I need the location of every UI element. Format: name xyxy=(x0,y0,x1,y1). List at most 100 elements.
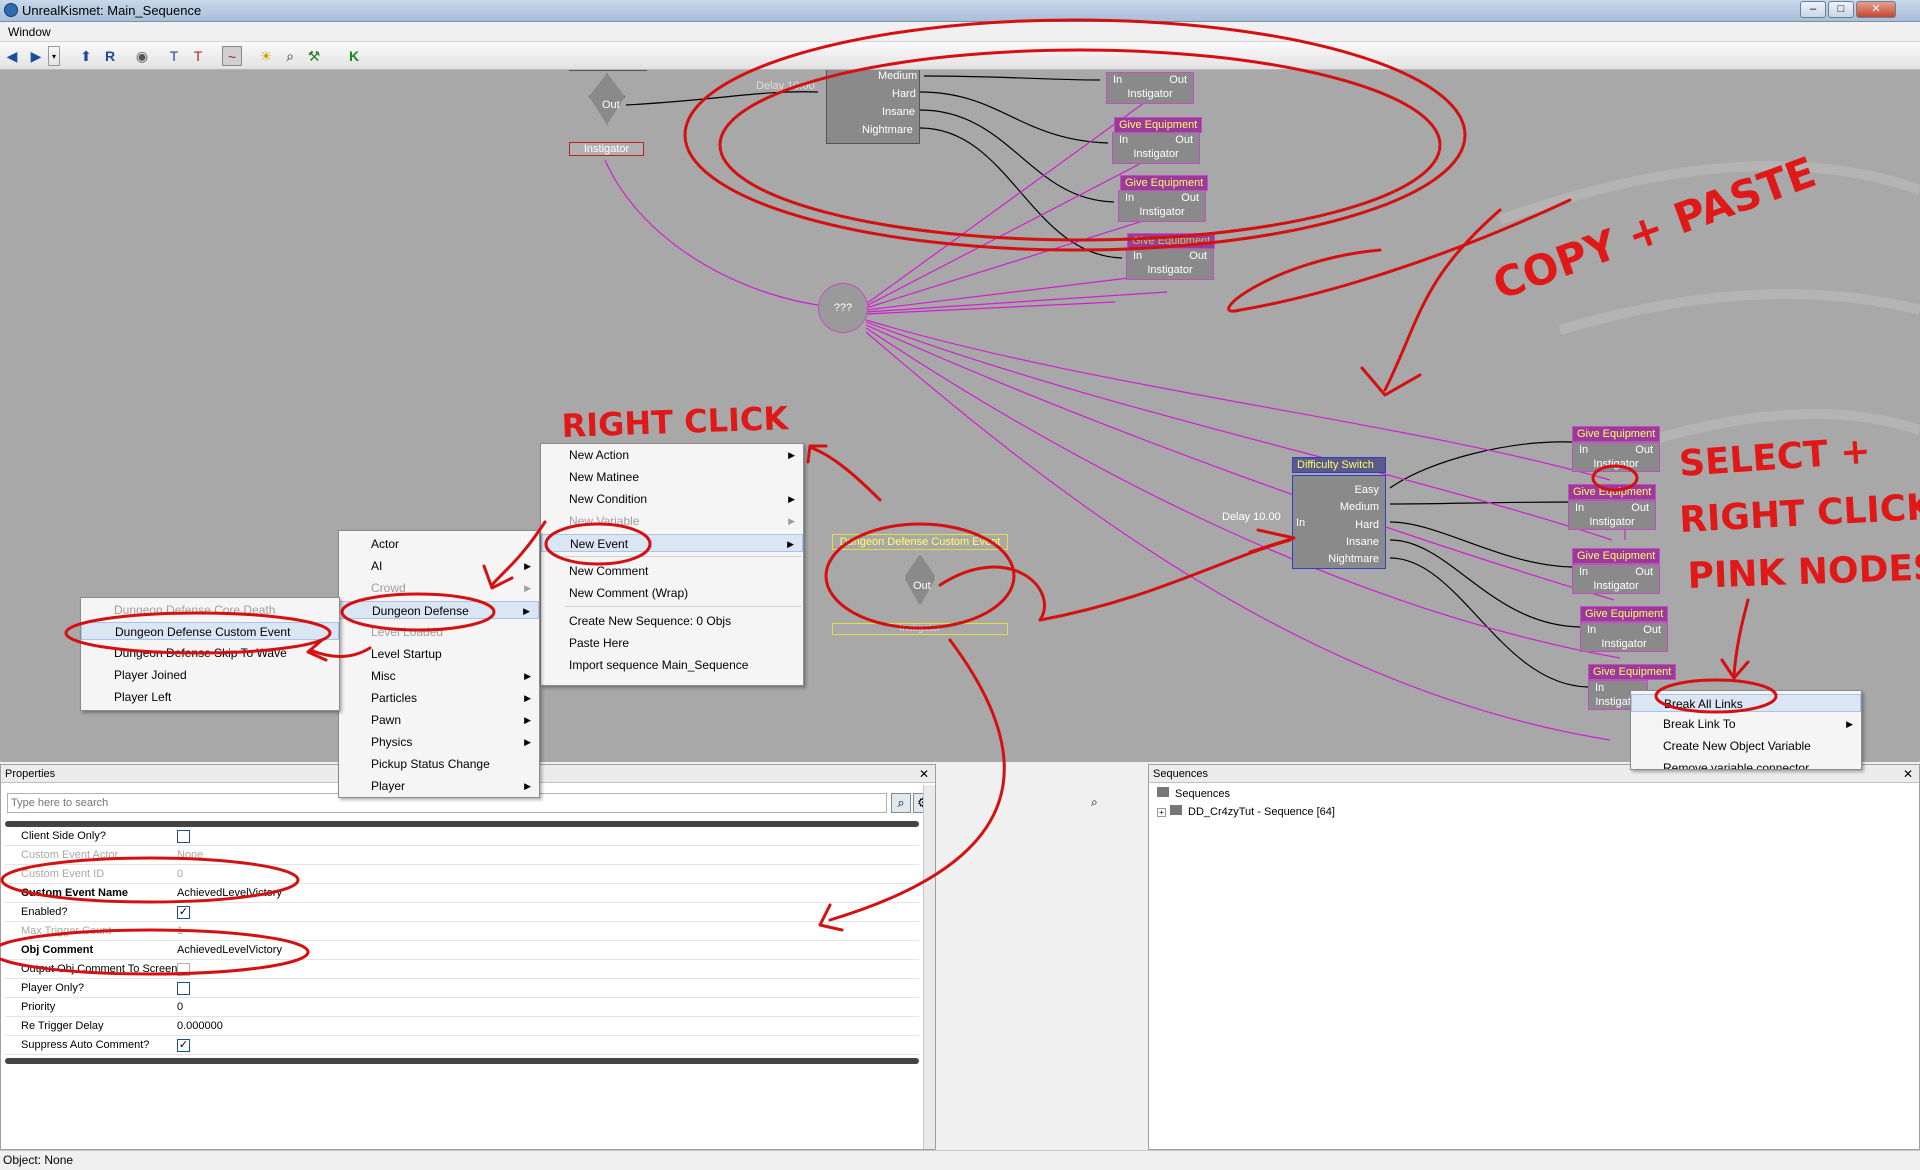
top-give-node-2[interactable]: In Out Instigator xyxy=(1112,132,1200,164)
top-give-title-2[interactable]: Give Equipment xyxy=(1114,117,1203,133)
dd-core-death[interactable]: Dungeon Defense Core Death xyxy=(81,601,339,619)
object-variable-node[interactable]: ??? xyxy=(818,283,868,333)
right-give-node-4[interactable]: In Out Instigator xyxy=(1580,622,1668,652)
search-icon[interactable]: ⌕ xyxy=(280,46,300,66)
event-pickup-status[interactable]: Pickup Status Change xyxy=(339,755,539,773)
menu-window[interactable]: Window xyxy=(8,25,51,39)
sequence-child-item[interactable]: + DD_Cr4zyTut - Sequence [64] xyxy=(1157,805,1335,818)
properties-scrollbar[interactable] xyxy=(923,785,935,1149)
event-pawn[interactable]: Pawn ▶ xyxy=(339,711,539,729)
history-dropdown-icon[interactable]: ▾ xyxy=(48,46,60,66)
difficulty-switch-body[interactable]: Easy Medium Hard Insane Nightmare xyxy=(1292,475,1386,569)
back-arrow-icon[interactable]: ◀ xyxy=(2,46,22,66)
right-give-title-2[interactable]: Give Equipment xyxy=(1568,484,1657,500)
property-row[interactable]: Player Only? xyxy=(5,979,919,998)
menu-item-new-action[interactable]: New Action ▶ xyxy=(541,446,803,464)
property-row[interactable]: Enabled? ✓ xyxy=(5,903,919,922)
property-row[interactable]: Client Side Only? xyxy=(5,827,919,846)
menu-item-new-condition[interactable]: New Condition ▶ xyxy=(541,490,803,508)
switch-out-medium: Medium xyxy=(1339,501,1379,513)
expand-icon[interactable]: + xyxy=(1157,808,1166,817)
wrench-icon[interactable]: ⚒ xyxy=(304,46,324,66)
event-player[interactable]: Player ▶ xyxy=(339,777,539,795)
search-icon[interactable]: ⌕ xyxy=(1091,795,1098,810)
menu-item-new-variable[interactable]: New Variable ▶ xyxy=(541,512,803,530)
right-give-title-5[interactable]: Give Equipment xyxy=(1588,664,1677,680)
top-give-node-3[interactable]: In Out Instigator xyxy=(1118,190,1206,222)
right-give-title-4[interactable]: Give Equipment xyxy=(1580,606,1669,622)
refresh-icon[interactable]: R xyxy=(100,46,120,66)
top-give-node-1[interactable]: In Out Instigator xyxy=(1106,72,1194,104)
property-row[interactable]: Custom Event ActorNone◈◎▣ xyxy=(5,846,919,865)
right-give-node-3[interactable]: In Out Instigator xyxy=(1572,564,1660,594)
event-physics[interactable]: Physics ▶ xyxy=(339,733,539,751)
property-row[interactable]: Custom Event Name AchievedLevelVictory xyxy=(5,884,919,903)
show-connectors-icon[interactable]: T xyxy=(188,46,208,66)
checkbox[interactable] xyxy=(177,982,190,995)
event-level-startup[interactable]: Level Startup xyxy=(339,645,539,663)
dd-player-left[interactable]: Player Left xyxy=(81,688,339,706)
property-row[interactable]: Priority 0 xyxy=(5,998,919,1017)
right-give-title-1[interactable]: Give Equipment xyxy=(1572,426,1661,442)
chevron-right-icon: ▶ xyxy=(523,606,530,616)
menu-remove-variable-connector[interactable]: Remove variable connector xyxy=(1631,759,1861,769)
dd-custom-event[interactable]: Dungeon Defense Custom Event xyxy=(81,622,339,640)
custom-event-title[interactable]: Dungeon Defense Custom Event xyxy=(832,534,1008,550)
checkbox-checked[interactable]: ✓ xyxy=(177,1039,190,1052)
difficulty-switch-title[interactable]: Difficulty Switch xyxy=(1292,457,1386,473)
event-actor[interactable]: Actor xyxy=(339,535,539,553)
lightbulb-icon[interactable]: ☀ xyxy=(256,46,276,66)
dd-skip-to-wave[interactable]: Dungeon Defense Skip To Wave xyxy=(81,644,339,662)
top-give-node-4[interactable]: In Out Instigator xyxy=(1126,248,1214,280)
right-give-title-3[interactable]: Give Equipment xyxy=(1572,548,1661,564)
forward-arrow-icon[interactable]: ▶ xyxy=(26,46,46,66)
event-particles[interactable]: Particles ▶ xyxy=(339,689,539,707)
top-switch-out-0: Medium xyxy=(878,70,918,82)
curve-wires-icon[interactable]: ~ xyxy=(222,46,242,66)
menu-item-new-event[interactable]: New Event ▶ xyxy=(541,534,803,552)
menu-item-paste-here[interactable]: Paste Here xyxy=(541,634,803,652)
custom-event-instigator[interactable]: Instigator xyxy=(832,623,1008,635)
menu-item-new-comment-wrap[interactable]: New Comment (Wrap) xyxy=(541,584,803,602)
top-give-title-3[interactable]: Give Equipment xyxy=(1120,175,1209,191)
property-row[interactable]: Re Trigger Delay 0.000000 xyxy=(5,1017,919,1036)
menu-item-new-matinee[interactable]: New Matinee xyxy=(541,468,803,486)
event-crowd[interactable]: Crowd ▶ xyxy=(339,579,539,597)
menu-item-new-comment[interactable]: New Comment xyxy=(541,562,803,580)
property-row[interactable]: Suppress Auto Comment? ✓ xyxy=(5,1036,919,1055)
menu-create-object-variable[interactable]: Create New Object Variable xyxy=(1631,737,1861,755)
maximize-button[interactable]: □ xyxy=(1828,1,1854,18)
search-go-icon[interactable]: ⌕ xyxy=(891,793,911,813)
properties-close-icon[interactable]: ✕ xyxy=(919,765,929,783)
eye-icon[interactable]: ◉ xyxy=(132,46,152,66)
right-give-node-2[interactable]: In Out Instigator xyxy=(1568,500,1656,530)
close-button[interactable]: ✕ xyxy=(1856,1,1896,18)
top-give-title-4[interactable]: Give Equipment xyxy=(1127,233,1216,249)
menu-break-all-links[interactable]: Break All Links xyxy=(1631,694,1861,712)
property-row[interactable]: Max Trigger Count 1 xyxy=(5,922,919,941)
dd-player-joined[interactable]: Player Joined xyxy=(81,666,339,684)
property-row[interactable]: Custom Event ID 0 xyxy=(5,865,919,884)
checkbox[interactable] xyxy=(177,830,190,843)
event-level-loaded[interactable]: Level Loaded xyxy=(339,623,539,641)
properties-panel: Properties ✕ ⌕ ⌕ ⚙ Client Side Only? Cus… xyxy=(0,764,1098,1150)
property-row[interactable]: Obj Comment AchievedLevelVictory xyxy=(5,941,919,960)
hide-connectors-icon[interactable]: T xyxy=(164,46,184,66)
kismet-icon[interactable]: K xyxy=(344,46,364,66)
right-give-node-1[interactable]: In Out Instigator xyxy=(1572,442,1660,472)
menu-item-import-sequence[interactable]: Import sequence Main_Sequence xyxy=(541,656,803,674)
menu-break-link-to[interactable]: Break Link To ▶ xyxy=(1631,715,1861,733)
checkbox[interactable] xyxy=(177,963,190,976)
sequences-close-icon[interactable]: ✕ xyxy=(1903,765,1913,783)
minimize-button[interactable]: – xyxy=(1800,1,1826,18)
menu-item-create-sequence[interactable]: Create New Sequence: 0 Objs xyxy=(541,612,803,630)
property-row[interactable]: Output Obj Comment To Screen xyxy=(5,960,919,979)
event-misc[interactable]: Misc ▶ xyxy=(339,667,539,685)
top-event-instigator[interactable]: Instigator xyxy=(569,142,644,156)
event-ai[interactable]: AI ▶ xyxy=(339,557,539,575)
checkbox-checked[interactable]: ✓ xyxy=(177,906,190,919)
event-dungeon-defense[interactable]: Dungeon Defense ▶ xyxy=(339,601,539,619)
sequence-root-item[interactable]: Sequences xyxy=(1157,787,1230,800)
up-arrow-icon[interactable]: ⬆ xyxy=(76,46,96,66)
custom-event-out-label: Out xyxy=(913,580,931,592)
